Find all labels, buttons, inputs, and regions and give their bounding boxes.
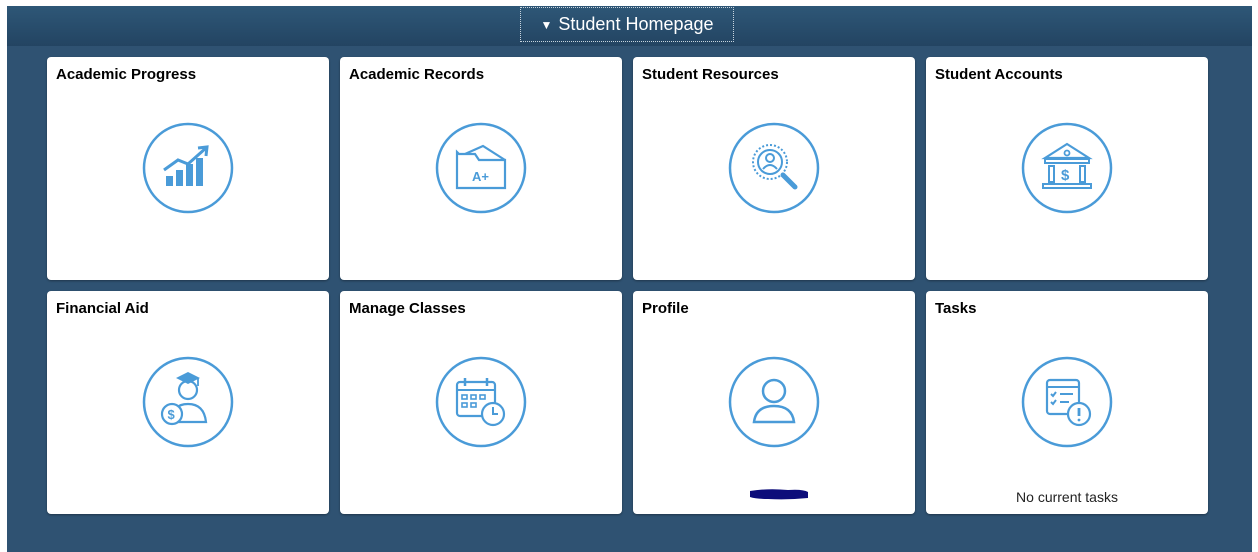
- tile-title: Profile: [642, 300, 689, 317]
- tile-tasks[interactable]: Tasks No current tasks: [926, 291, 1208, 514]
- tile-title: Academic Progress: [56, 66, 197, 83]
- tile-title: Student Resources: [642, 66, 779, 83]
- svg-text:$: $: [1061, 167, 1070, 184]
- tile-title: Academic Records: [349, 66, 485, 83]
- redaction-mark: [748, 487, 810, 501]
- homepage-frame: ▼ Student Homepage Academic Progress Aca…: [7, 6, 1252, 552]
- graduate-dollar-icon: $: [142, 356, 234, 448]
- tile-title: Manage Classes: [349, 300, 466, 317]
- tile-academic-records[interactable]: Academic Records A+: [340, 57, 622, 280]
- caret-down-icon: ▼: [540, 18, 553, 32]
- homepage-selector[interactable]: ▼ Student Homepage: [520, 7, 734, 42]
- tile-student-resources[interactable]: Student Resources: [633, 57, 915, 280]
- chart-growth-icon: [142, 122, 234, 214]
- homepage-title: Student Homepage: [558, 14, 714, 34]
- tile-financial-aid[interactable]: Financial Aid $: [47, 291, 329, 514]
- header-bar: ▼ Student Homepage: [7, 6, 1252, 46]
- bank-dollar-icon: $: [1021, 122, 1113, 214]
- tile-profile[interactable]: Profile: [633, 291, 915, 514]
- svg-text:$: $: [168, 407, 176, 422]
- tile-student-accounts[interactable]: Student Accounts $: [926, 57, 1208, 280]
- task-alert-icon: [1021, 356, 1113, 448]
- tile-title: Tasks: [935, 300, 977, 317]
- person-icon: [728, 356, 820, 448]
- folder-grade-icon: A+: [435, 122, 527, 214]
- tile-academic-progress[interactable]: Academic Progress: [47, 57, 329, 280]
- search-person-icon: [728, 122, 820, 214]
- tile-manage-classes[interactable]: Manage Classes: [340, 291, 622, 514]
- tile-title: Student Accounts: [935, 66, 1063, 83]
- tasks-status-text: No current tasks: [1016, 489, 1118, 505]
- svg-text:A+: A+: [472, 169, 489, 184]
- calendar-clock-icon: [435, 356, 527, 448]
- tile-title: Financial Aid: [56, 300, 149, 317]
